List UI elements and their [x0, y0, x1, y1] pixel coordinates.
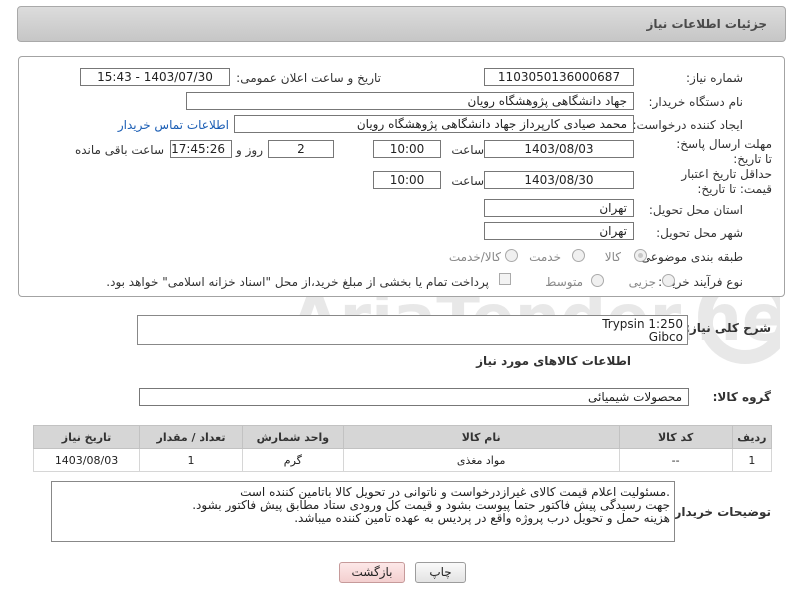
goods-table: ردیف کد کالا نام کالا واحد شمارش تعداد /… [32, 425, 773, 472]
price-deadline-label: حداقل تاریخ اعتبار قیمت: تا تاریخ: [681, 167, 772, 196]
purchase-medium-label: متوسط [545, 275, 583, 289]
description-field[interactable]: Trypsin 1:250 Gibco [137, 315, 688, 345]
cell-unit: گرم [241, 448, 344, 472]
category-goods-label: کالا [604, 250, 621, 264]
remaining-time-label: ساعت باقی مانده [74, 143, 164, 157]
category-service-label: خدمت [529, 250, 561, 264]
purchase-medium-radio[interactable] [591, 274, 604, 287]
city-label: شهر محل تحویل: [656, 226, 743, 240]
announce-datetime-label: تاریخ و ساعت اعلان عمومی: [236, 71, 381, 85]
buyer-contact-link[interactable]: اطلاعات تماس خریدار [118, 118, 229, 132]
col-unit: واحد شمارش [241, 425, 344, 449]
category-goods-radio[interactable] [634, 249, 647, 262]
need-number-label: شماره نیاز: [686, 71, 743, 85]
need-number-field: 1103050136000687 [484, 68, 634, 86]
price-time-label: ساعت [451, 174, 484, 188]
price-deadline-time: 10:00 [373, 171, 441, 189]
province-field: تهران [484, 199, 634, 217]
goods-group-label: گروه کالا: [712, 390, 771, 404]
col-date: تاریخ نیاز [32, 425, 141, 449]
reply-deadline-date: 1403/08/03 [484, 140, 634, 158]
page-title: جزئیات اطلاعات نیاز [646, 17, 767, 31]
col-qty: تعداد / مقدار [139, 425, 243, 449]
days-label: روز و [236, 143, 263, 157]
province-label: استان محل تحویل: [648, 203, 743, 217]
cell-code: -- [618, 448, 733, 472]
creator-label: ایجاد کننده درخواست: [632, 118, 743, 132]
announce-datetime-field: 1403/07/30 - 15:43 [80, 68, 230, 86]
purchase-minor-label: جزیی [628, 275, 656, 289]
reply-deadline-label: مهلت ارسال پاسخ: تا تاریخ: [676, 137, 772, 166]
table-row: 1 -- مواد مغذی گرم 1 1403/08/03 [32, 448, 773, 472]
price-deadline-date: 1403/08/30 [484, 171, 634, 189]
cell-name: مواد مغذی [342, 448, 620, 472]
remaining-days: 2 [268, 140, 334, 158]
cell-row: 1 [731, 448, 773, 472]
buyer-notes-field[interactable]: .مسئولیت اعلام قیمت کالای غیرازدرخواست و… [51, 481, 675, 542]
cell-qty: 1 [139, 448, 243, 472]
goods-section-title: اطلاعات کالاهای مورد نیاز [476, 354, 631, 368]
col-code: کد کالا [618, 425, 733, 449]
back-button[interactable]: بازگشت [339, 562, 405, 583]
page-header: جزئیات اطلاعات نیاز [17, 6, 786, 42]
goods-table-header: ردیف کد کالا نام کالا واحد شمارش تعداد /… [32, 425, 773, 449]
remaining-time: 17:45:26 [170, 140, 232, 158]
city-field: تهران [484, 222, 634, 240]
col-row: ردیف [731, 425, 773, 449]
print-button[interactable]: چاپ [415, 562, 466, 583]
category-label: طبقه بندی موضوعی: [636, 250, 743, 264]
buyer-notes-label: توضیحات خریدار: [669, 505, 771, 519]
buyer-note-line: هزینه حمل و تحویل درب پروژه واقع در پردی… [294, 511, 670, 525]
category-service-radio[interactable] [572, 249, 585, 262]
description-label: شرح کلی نیاز: [685, 321, 771, 335]
category-goods-service-radio[interactable] [505, 249, 518, 262]
col-name: نام کالا [342, 425, 620, 449]
treasury-payment-checkbox[interactable] [499, 273, 511, 285]
cell-date: 1403/08/03 [32, 448, 141, 472]
treasury-payment-note: پرداخت تمام یا بخشی از مبلغ خرید،از محل … [106, 275, 489, 289]
buyer-org-field: جهاد دانشگاهی پژوهشگاه رویان [186, 92, 634, 110]
buyer-org-label: نام دستگاه خریدار: [648, 95, 744, 109]
reply-deadline-time: 10:00 [373, 140, 441, 158]
goods-group-field: محصولات شیمیائی [139, 388, 689, 406]
purchase-minor-radio[interactable] [662, 274, 675, 287]
reply-time-label: ساعت [451, 143, 484, 157]
creator-field: محمد صیادی کارپرداز جهاد دانشگاهی پژوهشگ… [234, 115, 634, 133]
category-goods-service-label: کالا/خدمت [448, 250, 501, 264]
